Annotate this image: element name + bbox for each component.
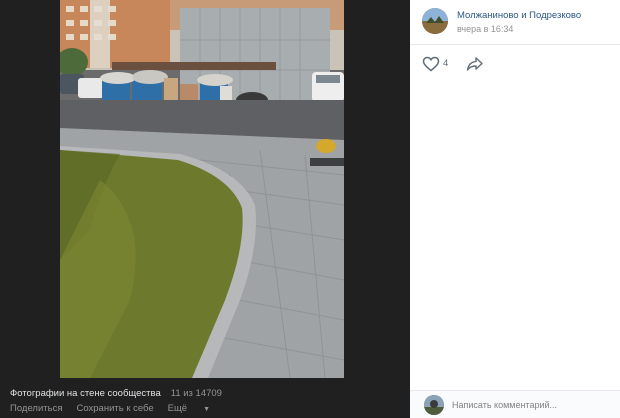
comment-bar bbox=[410, 390, 620, 418]
share-arrow-icon bbox=[466, 57, 483, 71]
post-reactions: 4 bbox=[422, 56, 602, 72]
album-info: Фотографии на стене сообщества 11 из 1470… bbox=[10, 388, 222, 399]
share-button[interactable] bbox=[466, 56, 484, 72]
like-button[interactable] bbox=[422, 56, 440, 72]
photo-position: 11 из 14709 bbox=[170, 388, 222, 399]
photo-actions: Поделиться Сохранить к себе Ещё ▼ bbox=[10, 403, 238, 414]
photo-viewer: Фотографии на стене сообщества 11 из 1470… bbox=[0, 0, 410, 417]
more-label: Ещё bbox=[167, 403, 188, 414]
post-photo[interactable] bbox=[60, 0, 344, 378]
user-avatar[interactable] bbox=[424, 395, 444, 415]
save-photo-link[interactable]: Сохранить к себе bbox=[76, 403, 153, 414]
album-title[interactable]: Фотографии на стене сообщества bbox=[10, 388, 161, 399]
heart-icon bbox=[422, 56, 440, 72]
photo-footer: Фотографии на стене сообщества 11 из 1470… bbox=[0, 382, 410, 417]
post-header: Молжаниново и Подрезково вчера в 16:34 bbox=[410, 0, 620, 45]
community-name-link[interactable]: Молжаниново и Подрезково bbox=[457, 10, 581, 21]
more-menu-button[interactable]: Ещё ▼ bbox=[168, 403, 224, 414]
chevron-down-icon: ▼ bbox=[203, 406, 211, 413]
post-time[interactable]: вчера в 16:34 bbox=[457, 24, 513, 34]
share-photo-link[interactable]: Поделиться bbox=[10, 403, 62, 414]
community-avatar[interactable] bbox=[422, 8, 448, 34]
comment-input[interactable] bbox=[452, 397, 612, 413]
post-sidebar: Молжаниново и Подрезково вчера в 16:34 4 bbox=[410, 0, 620, 418]
like-count: 4 bbox=[443, 58, 449, 69]
